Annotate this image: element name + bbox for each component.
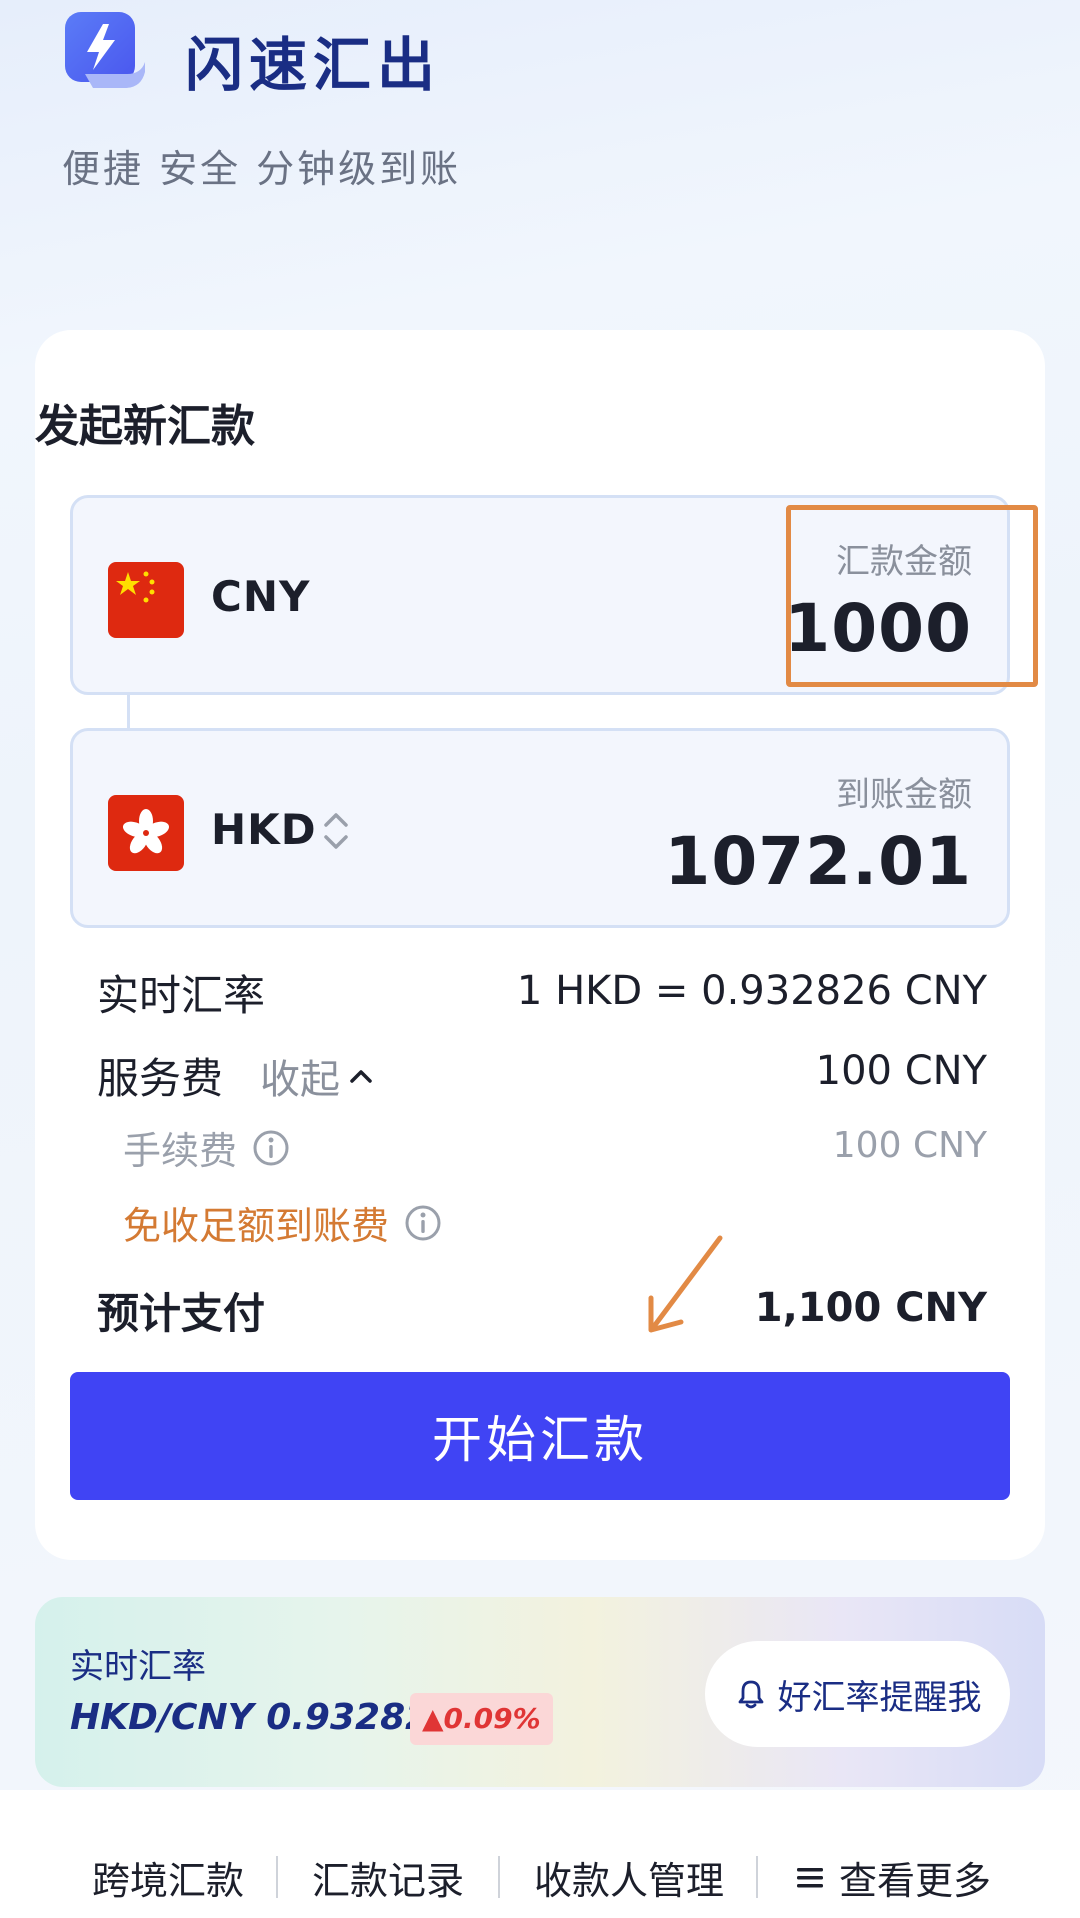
- nav-item-cross-border[interactable]: 跨境汇款: [92, 1850, 244, 1905]
- nav-item-more[interactable]: 查看更多: [795, 1850, 991, 1905]
- nav-divider: [498, 1856, 500, 1898]
- handling-fee-row: 手续费: [123, 1120, 291, 1175]
- info-icon[interactable]: [403, 1203, 443, 1243]
- nav-divider: [756, 1856, 758, 1898]
- lightning-icon: [65, 12, 147, 92]
- source-currency-box[interactable]: CNY 汇款金额 1000: [70, 495, 1038, 695]
- nav-more-label: 查看更多: [839, 1859, 992, 1903]
- fee-collapse-label: 收起: [260, 1057, 340, 1103]
- rate-label: 实时汇率: [97, 971, 266, 1020]
- send-amount-input[interactable]: 1000: [784, 590, 972, 667]
- handling-fee-label: 手续费: [123, 1129, 238, 1173]
- free-fee-note: 免收足额到账费: [123, 1204, 390, 1248]
- nav-divider: [276, 1856, 278, 1898]
- rate-alert-button[interactable]: 好汇率提醒我: [705, 1641, 1010, 1747]
- info-icon[interactable]: [251, 1128, 291, 1168]
- bottom-nav: 跨境汇款 汇款记录 收款人管理 查看更多: [0, 1790, 1080, 1918]
- app-slogan: 便捷 安全 分钟级到账: [62, 147, 462, 191]
- nav-item-records[interactable]: 汇款记录: [312, 1850, 464, 1905]
- rate-value: 1 HKD = 0.932826 CNY: [516, 968, 987, 1014]
- bell-icon: [738, 1680, 763, 1709]
- banner-pair-rate: HKD/CNY 0.932826: [70, 1697, 456, 1738]
- chevron-up-icon: [350, 1070, 372, 1083]
- send-amount-label: 汇款金额: [836, 542, 972, 582]
- handling-fee-value: 100 CNY: [832, 1125, 987, 1166]
- start-remittance-button[interactable]: 开始汇款: [70, 1372, 1010, 1500]
- service-fee-label: 服务费: [97, 1054, 224, 1103]
- rate-alert-label: 好汇率提醒我: [777, 1677, 982, 1718]
- menu-icon: [797, 1867, 823, 1887]
- app-header: 闪速汇出 便捷 安全 分钟级到账: [0, 0, 1080, 330]
- connector-line: [127, 695, 130, 731]
- total-label: 预计支付: [97, 1289, 266, 1338]
- fee-collapse-toggle[interactable]: 收起: [260, 1047, 376, 1105]
- annotation-arrow: [648, 1235, 723, 1333]
- china-flag-icon: [108, 562, 184, 638]
- total-value: 1,100 CNY: [754, 1285, 987, 1331]
- source-currency-code: CNY: [211, 572, 311, 621]
- rate-change-badge: ▲0.09%: [410, 1693, 553, 1745]
- remittance-card: 发起新汇款 CNY 汇款金额 1000 HKD 到账金额 1072.01 实时汇…: [35, 330, 1045, 1560]
- target-currency-code: HKD: [211, 805, 317, 854]
- banner-rate-label: 实时汇率: [70, 1647, 206, 1687]
- receive-amount-value: 1072.01: [664, 823, 972, 900]
- form-title: 发起新汇款: [35, 401, 255, 452]
- target-currency-box[interactable]: HKD 到账金额 1072.01: [70, 728, 1010, 928]
- hong-kong-flag-icon: [108, 795, 184, 871]
- receive-amount-label: 到账金额: [836, 775, 972, 815]
- app-title: 闪速汇出: [185, 31, 442, 99]
- nav-item-payees[interactable]: 收款人管理: [534, 1850, 724, 1905]
- rate-banner: 实时汇率 HKD/CNY 0.932826 ▲0.09% 好汇率提醒我: [35, 1597, 1045, 1787]
- free-fee-row: 免收足额到账费: [123, 1195, 443, 1250]
- swap-vertical-icon[interactable]: [321, 809, 351, 853]
- service-fee-value: 100 CNY: [815, 1048, 987, 1094]
